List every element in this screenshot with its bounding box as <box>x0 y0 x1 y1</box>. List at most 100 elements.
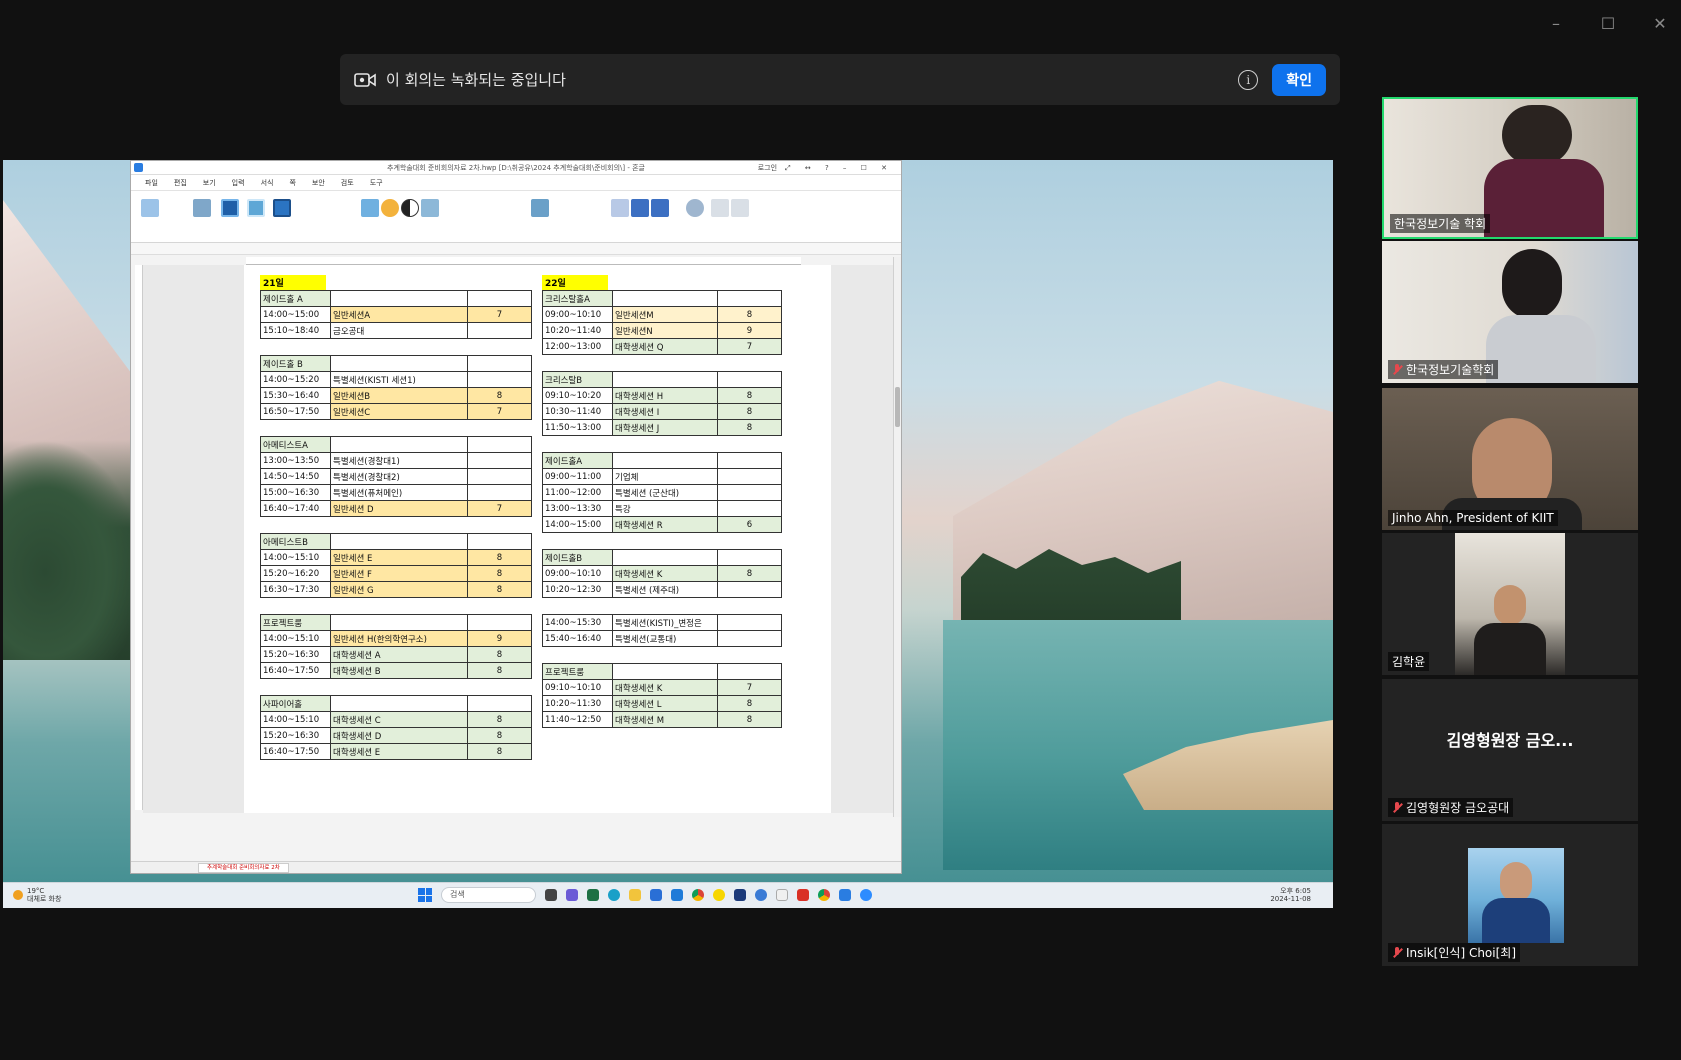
session-name: 대학생세션 M <box>612 711 718 728</box>
menu-view[interactable]: 보기 <box>203 178 216 188</box>
participant-tile[interactable]: 김영형원장 금오... 김영형원장 금오공대 <box>1382 679 1638 821</box>
room-name: 사파이어홀 <box>260 695 331 712</box>
menu-review[interactable]: 검토 <box>341 178 354 188</box>
ribbon-picture-icon[interactable] <box>141 199 159 217</box>
session-count <box>717 484 782 501</box>
menu-format[interactable]: 서식 <box>261 178 274 188</box>
ribbon-style-icon[interactable] <box>193 199 211 217</box>
close-button[interactable]: ✕ <box>1651 14 1669 33</box>
session-count: 7 <box>717 338 782 355</box>
info-icon[interactable]: i <box>1238 69 1259 90</box>
menu-tools[interactable]: 도구 <box>370 178 383 188</box>
empty-cell <box>330 290 468 307</box>
confirm-button[interactable]: 확인 <box>1272 63 1326 96</box>
weather-widget[interactable]: 19°C 대체로 화창 <box>13 887 61 903</box>
participant-tile[interactable]: Jinho Ahn, President of KIIT <box>1382 388 1638 530</box>
mail-icon[interactable] <box>671 889 683 901</box>
ribbon-rotate-icon[interactable] <box>686 199 704 217</box>
ribbon-object-icon[interactable] <box>731 199 749 217</box>
taskbar-clock[interactable]: 오후 6:05 2024-11-08 <box>1270 887 1311 903</box>
session-row: 14:00~15:00 대학생세션 R6 <box>542 516 782 533</box>
ribbon-effect-icon[interactable] <box>421 199 439 217</box>
ribbon-caption-icon[interactable] <box>711 199 729 217</box>
menu-insert[interactable]: 입력 <box>232 178 245 188</box>
doc-format-toolbar[interactable] <box>131 243 901 255</box>
chrome-icon[interactable] <box>692 889 704 901</box>
store-icon[interactable] <box>650 889 662 901</box>
session-row: 09:10~10:20 대학생세션 H8 <box>542 387 782 404</box>
session-time: 10:20~12:30 <box>542 581 613 598</box>
kakaotalk-icon[interactable] <box>713 889 725 901</box>
session-time: 14:00~15:30 <box>542 614 613 631</box>
notepad-icon[interactable] <box>776 889 788 901</box>
empty-cell <box>612 452 718 469</box>
session-name: 일반세션 G <box>330 581 468 598</box>
schedule-table: 제이드홀B 09:00~10:10 대학생세션 K 8 10:20~12:30 특별세션 … <box>542 549 782 598</box>
taskview-icon[interactable] <box>545 889 557 901</box>
room-header-row: 제이드홀B <box>542 549 782 566</box>
menu-file[interactable]: 파일 <box>145 178 158 188</box>
participant-tile[interactable]: 한국정보기술학회 <box>1382 241 1638 383</box>
zoom-app-icon[interactable] <box>566 889 578 901</box>
settings-icon[interactable] <box>755 889 767 901</box>
ribbon-front-icon[interactable] <box>631 199 649 217</box>
session-row: 09:10~10:10 대학생세션 K7 <box>542 679 782 696</box>
session-count <box>717 500 782 517</box>
room-name: 크리스탈홀A <box>542 290 613 307</box>
horizontal-ruler[interactable] <box>246 257 801 265</box>
session-count: 7 <box>717 679 782 696</box>
session-row: 15:40~16:40 특별세션(교통대) <box>542 630 782 647</box>
ribbon-back-icon[interactable] <box>651 199 669 217</box>
schedule-table: 크리스탈홀A 09:00~10:10 일반세션M 8 10:20~11:40 일반세션N 9… <box>542 290 782 355</box>
participant-display-name: 김영형원장 금오... <box>1446 731 1574 750</box>
session-row: 14:00~15:10 대학생세션 C8 <box>260 711 532 728</box>
folder-icon[interactable] <box>629 889 641 901</box>
session-row: 15:10~18:40 금오공대 <box>260 322 532 339</box>
schedule-table: 제이드홀A 09:00~11:00 기업체 11:00~12:00 특별세션 (군산대)… <box>542 452 782 533</box>
session-time: 15:00~16:30 <box>260 484 331 501</box>
ribbon-brightness-icon[interactable] <box>381 199 399 217</box>
participant-tile[interactable]: Insik[인식] Choi[최] <box>1382 824 1638 966</box>
session-name: 특별세션(KISTI 세션1) <box>330 371 468 388</box>
maximize-button[interactable]: ☐ <box>1599 14 1617 33</box>
taskbar-search[interactable]: 검색 <box>441 887 536 903</box>
doc-tab[interactable]: 추계학술대회 준비회의자료 2차 <box>198 863 289 873</box>
shared-screen: 추계학술대회 준비회의자료 2차.hwp [D:\취공유\2024 추계학술대회… <box>3 160 1333 908</box>
ribbon-image-1-icon[interactable] <box>221 199 239 217</box>
doc-vertical-scrollbar[interactable] <box>893 257 901 817</box>
session-time: 10:30~11:40 <box>542 403 613 420</box>
zoom-meeting-icon[interactable] <box>860 889 872 901</box>
session-name: 일반세션 E <box>330 549 468 566</box>
doc-window-controls[interactable]: 로그인 ⤢ ↔ ? – ☐ ✕ <box>758 161 893 175</box>
ribbon-group-icon[interactable] <box>611 199 629 217</box>
ribbon-contrast-icon[interactable] <box>401 199 419 217</box>
ribbon-crop-icon[interactable] <box>531 199 549 217</box>
session-row: 16:40~17:50 대학생세션 B8 <box>260 662 532 679</box>
doc-scroll-thumb[interactable] <box>895 387 900 427</box>
participant-tile[interactable]: 한국정보기술 학회 <box>1382 97 1638 239</box>
room-name: 제이드홀 B <box>260 355 331 372</box>
participant-name: 김학윤 <box>1388 652 1430 671</box>
windows-start-icon[interactable] <box>418 888 432 902</box>
session-time: 15:40~16:40 <box>542 630 613 647</box>
ribbon-image-2-icon[interactable] <box>247 199 265 217</box>
session-row: 12:00~13:00 대학생세션 Q7 <box>542 338 782 355</box>
menu-edit[interactable]: 편집 <box>174 178 187 188</box>
chrome-2-icon[interactable] <box>818 889 830 901</box>
pdf-icon[interactable] <box>797 889 809 901</box>
participant-tile[interactable]: 김학윤 <box>1382 533 1638 675</box>
room-name: 제이드홀A <box>542 452 613 469</box>
edge-icon[interactable] <box>608 889 620 901</box>
menu-page[interactable]: 쪽 <box>289 178 295 188</box>
empty-cell <box>330 533 468 550</box>
ribbon-image-3-icon[interactable] <box>273 199 291 217</box>
minimize-button[interactable]: – <box>1547 14 1565 33</box>
hwp-app-icon[interactable] <box>839 889 851 901</box>
excel-icon[interactable] <box>587 889 599 901</box>
ribbon-color-icon[interactable] <box>361 199 379 217</box>
login-link[interactable]: 로그인 <box>758 164 777 172</box>
vertical-ruler[interactable] <box>135 265 143 810</box>
menu-security[interactable]: 보안 <box>312 178 325 188</box>
session-row: 13:00~13:30 특강 <box>542 500 782 517</box>
phone-icon[interactable] <box>734 889 746 901</box>
